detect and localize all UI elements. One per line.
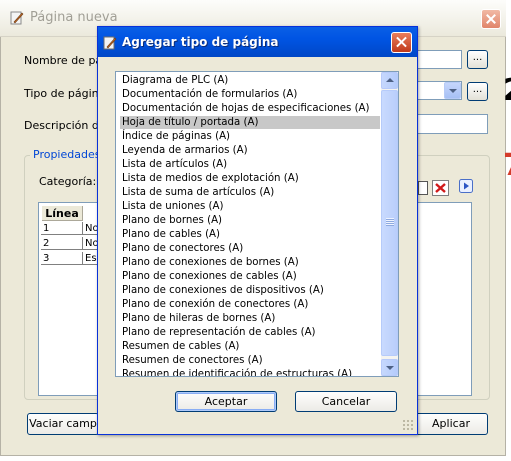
description-input[interactable] [417, 114, 488, 134]
description-label: Descripción de [24, 119, 106, 132]
properties-legend: Propiedades [30, 148, 104, 161]
page-new-close-button[interactable] [481, 9, 501, 29]
add-page-type-title-bar[interactable]: Agregar tipo de página [98, 27, 417, 57]
list-item[interactable]: Lista de artículos (A) [120, 158, 380, 171]
list-item[interactable]: Resumen de conectores (A) [120, 354, 380, 367]
list-item[interactable]: Lista de uniones (A) [120, 200, 380, 213]
clear-fields-label: Vaciar camp [29, 417, 97, 430]
name-input[interactable] [417, 50, 462, 69]
list-item[interactable]: Plano de conectores (A) [120, 242, 380, 255]
grid-row-number: 3 [41, 252, 83, 265]
list-item[interactable]: Plano de conexiones de cables (A) [120, 270, 380, 283]
list-item[interactable]: Resumen de cables (A) [120, 340, 380, 353]
scroll-thumb[interactable] [381, 90, 398, 356]
delete-icon[interactable] [432, 180, 449, 196]
list-item[interactable]: Plano de conexión de conectores (A) [120, 298, 380, 311]
scroll-up-icon[interactable] [381, 72, 398, 89]
edge-character: 2 [503, 76, 511, 106]
category-label: Categoría: [39, 175, 97, 188]
list-item[interactable]: Plano de hileras de bornes (A) [120, 312, 380, 325]
page-type-label: Tipo de página [24, 87, 106, 100]
clear-fields-button[interactable]: Vaciar camp [27, 413, 99, 435]
name-browse-button[interactable]: ... [467, 50, 488, 69]
list-item[interactable]: Diagrama de PLC (A) [120, 74, 380, 87]
chevron-down-icon[interactable] [444, 82, 461, 99]
edge-character: 7 [503, 151, 511, 181]
close-button[interactable] [391, 32, 412, 53]
list-item-selected[interactable]: Hoja de título / portada (A) [120, 116, 380, 129]
page-edit-icon [103, 36, 117, 50]
grip-icon [386, 218, 394, 226]
cancel-button[interactable]: Cancelar [295, 391, 397, 412]
grid-row-number: 1 [41, 222, 83, 235]
list-item[interactable]: Plano de conexiones de bornes (A) [120, 256, 380, 269]
page-edit-icon [10, 11, 24, 25]
list-item[interactable]: Plano de conexiones de dispositivos (A) [120, 284, 380, 297]
page-new-title: Página nueva [30, 10, 118, 25]
page-type-browse-button[interactable]: ... [467, 82, 488, 101]
list-item[interactable]: Plano de cables (A) [120, 228, 380, 241]
list-item[interactable]: Leyenda de armarios (A) [120, 144, 380, 157]
list-item[interactable]: Documentación de hojas de especificacion… [120, 102, 380, 115]
list-item[interactable]: Lista de suma de artículos (A) [120, 186, 380, 199]
list-item[interactable]: Índice de páginas (A) [120, 130, 380, 143]
list-item[interactable]: Documentación de formularios (A) [120, 88, 380, 101]
accept-button[interactable]: Aceptar [175, 391, 277, 412]
list-item[interactable]: Plano de bornes (A) [120, 214, 380, 227]
grid-row-number: 2 [41, 237, 83, 250]
scroll-down-icon[interactable] [381, 359, 398, 376]
list-item[interactable]: Lista de medios de explotación (A) [120, 172, 380, 185]
list-scrollbar[interactable] [381, 72, 398, 376]
page-type-select[interactable] [417, 81, 462, 100]
list-item[interactable]: Plano de representación de cables (A) [120, 326, 380, 339]
play-icon[interactable] [459, 179, 473, 193]
resize-grip-icon[interactable] [402, 419, 414, 431]
add-page-type-title: Agregar tipo de página [122, 35, 279, 49]
list-item[interactable]: Resumen de identificación de estructuras… [120, 368, 380, 376]
apply-label: Aplicar [432, 417, 470, 430]
page-type-list[interactable]: Diagrama de PLC (A) Documentación de for… [115, 71, 399, 377]
grid-header-linea: Línea [42, 206, 83, 221]
new-item-icon[interactable] [418, 181, 428, 195]
apply-button[interactable]: Aplicar [414, 413, 488, 435]
